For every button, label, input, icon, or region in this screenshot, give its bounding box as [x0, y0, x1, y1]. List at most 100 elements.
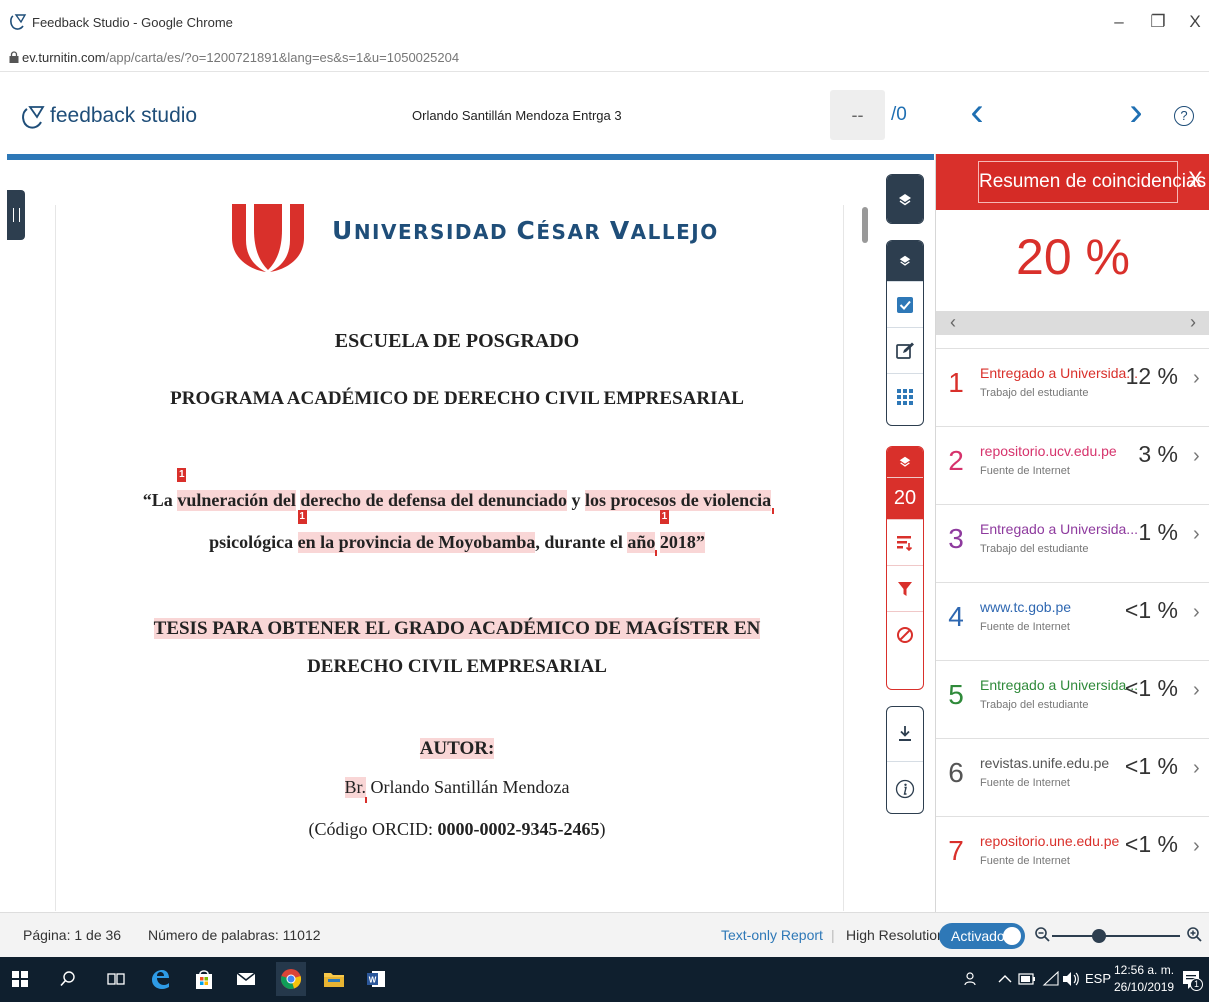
source-item-7[interactable]: 7 repositorio.une.edu.pe Fuente de Interne…	[936, 816, 1209, 894]
download-button[interactable]	[887, 707, 923, 761]
match-marker-badge[interactable]: 1	[297, 510, 307, 524]
source-item-5[interactable]: 5 Entregado a Universida... Trabajo del es…	[936, 660, 1209, 738]
page-number-input[interactable]: --	[830, 90, 885, 140]
feedback-summary-button[interactable]	[887, 327, 923, 373]
match-highlight[interactable]: año	[627, 532, 658, 556]
match-highlight[interactable]: los procesos de violencia	[585, 490, 775, 514]
match-marker-badge[interactable]: 1	[177, 468, 187, 482]
author-name-line: Br. Orlando Santillán Mendoza	[47, 777, 867, 803]
rubric-check-button[interactable]	[887, 281, 923, 327]
univ-word-3: ALLEJO	[630, 220, 719, 244]
highlight-text[interactable]: TESIS PARA OBTENER EL GRADO ACADÉMICO DE…	[153, 618, 761, 639]
orcid-close: )	[599, 819, 606, 839]
notifications-icon[interactable]: 1	[1181, 969, 1203, 991]
match-highlight[interactable]: 1 2018”	[659, 510, 705, 553]
similarity-layer-button[interactable]	[887, 447, 923, 477]
file-explorer-icon[interactable]	[322, 967, 346, 991]
source-name[interactable]: Entregado a Universida...	[980, 677, 1138, 693]
layers-button[interactable]	[887, 175, 923, 223]
match-highlight[interactable]: 1 vulneración del	[177, 468, 296, 511]
volume-icon[interactable]	[1062, 971, 1080, 987]
address-bar[interactable]: ev.turnitin.com/app/carta/es/?o=12007218…	[0, 44, 1209, 72]
source-item-1[interactable]: 1 Entregado a Universida... Trabajo del es…	[936, 348, 1209, 426]
highlight-text: 2018”	[659, 532, 705, 552]
source-item-6[interactable]: 6 revistas.unife.edu.pe Fuente de Internet…	[936, 738, 1209, 816]
url-text[interactable]: ev.turnitin.com/app/carta/es/?o=12007218…	[22, 50, 459, 65]
source-percentage: 3 %	[1138, 441, 1178, 467]
tray-expand-icon[interactable]	[998, 973, 1012, 985]
match-highlight[interactable]: 1 en la provincia de Moyobamba	[297, 510, 536, 553]
highlight-text[interactable]: AUTOR:	[419, 738, 495, 759]
status-separator: |	[831, 927, 835, 943]
source-name[interactable]: www.tc.gob.pe	[980, 599, 1071, 615]
panel-prev-button[interactable]: ‹	[950, 312, 956, 333]
search-icon[interactable]	[56, 967, 80, 991]
grading-layer-button[interactable]	[887, 241, 923, 281]
zoom-in-icon[interactable]	[1186, 926, 1204, 944]
university-name: UNIVERSIDAD CÉSAR VALLEJO	[332, 216, 719, 245]
title-text: , durante el	[535, 532, 628, 552]
univ-word-1: NIVERSIDAD	[353, 220, 517, 244]
window-title: Feedback Studio - Google Chrome	[32, 15, 233, 30]
chrome-icon[interactable]	[276, 962, 306, 996]
all-sources-button[interactable]	[887, 519, 923, 565]
source-item-2[interactable]: 2 repositorio.ucv.edu.pe Fuente de Interne…	[936, 426, 1209, 504]
chevron-right-icon[interactable]: ›	[1193, 679, 1200, 702]
layers-toolbar-group	[886, 174, 924, 224]
match-marker-badge[interactable]: 1	[659, 510, 669, 524]
high-resolution-toggle[interactable]: Activado	[939, 923, 1025, 949]
similarity-score-button[interactable]: 20	[887, 477, 923, 519]
chevron-right-icon[interactable]: ›	[1193, 445, 1200, 468]
text-only-report-link[interactable]: Text-only Report	[721, 927, 823, 943]
input-language[interactable]: ESP	[1085, 971, 1111, 986]
match-end-tick	[655, 550, 658, 556]
close-panel-button[interactable]: X	[1188, 167, 1203, 193]
source-name[interactable]: repositorio.une.edu.pe	[980, 833, 1119, 849]
source-name[interactable]: Entregado a Universida...	[980, 365, 1138, 381]
title-text: “La	[142, 490, 178, 510]
chevron-right-icon[interactable]: ›	[1193, 523, 1200, 546]
word-icon[interactable]: W	[364, 967, 388, 991]
source-name[interactable]: repositorio.ucv.edu.pe	[980, 443, 1117, 459]
battery-icon[interactable]	[1018, 972, 1036, 986]
source-name[interactable]: revistas.unife.edu.pe	[980, 755, 1109, 771]
windows-start-icon[interactable]	[8, 967, 32, 991]
close-window-button[interactable]: X	[1175, 8, 1209, 36]
highlight-text: en la provincia de Moyobamba	[297, 532, 536, 552]
store-icon[interactable]	[192, 967, 216, 991]
source-item-4[interactable]: 4 www.tc.gob.pe Fuente de Internet <1 % ›	[936, 582, 1209, 660]
filter-button[interactable]	[887, 565, 923, 611]
clock[interactable]: 12:56 a. m. 26/10/2019	[1114, 962, 1174, 996]
submission-info-button[interactable]	[887, 761, 923, 813]
toggle-knob	[1003, 927, 1021, 945]
zoom-out-icon[interactable]	[1034, 926, 1052, 944]
next-paper-button[interactable]: ›	[1121, 90, 1151, 140]
maximize-button[interactable]: ❐	[1138, 8, 1178, 36]
match-highlight[interactable]: derecho de defensa del denunciado	[300, 490, 568, 511]
chevron-right-icon[interactable]: ›	[1193, 757, 1200, 780]
previous-paper-button[interactable]: ‹	[962, 90, 992, 140]
chevron-right-icon[interactable]: ›	[1193, 835, 1200, 858]
match-highlight[interactable]: Br.	[344, 777, 368, 803]
wifi-icon[interactable]	[1042, 971, 1060, 987]
zoom-slider-handle[interactable]	[1092, 929, 1106, 943]
task-view-icon[interactable]	[104, 967, 128, 991]
zoom-slider-track[interactable]	[1052, 935, 1180, 937]
people-icon[interactable]	[964, 971, 980, 987]
panel-next-button[interactable]: ›	[1190, 312, 1196, 333]
minimize-button[interactable]: –	[1099, 8, 1139, 36]
mail-icon[interactable]	[234, 967, 258, 991]
layers-icon	[899, 456, 911, 467]
brand-name: feedback studio	[50, 104, 198, 127]
chevron-right-icon[interactable]: ›	[1193, 601, 1200, 624]
rubric-grid-button[interactable]	[887, 373, 923, 419]
source-item-3[interactable]: 3 Entregado a Universida... Trabajo del es…	[936, 504, 1209, 582]
source-type: Trabajo del estudiante	[980, 387, 1089, 399]
chevron-right-icon[interactable]: ›	[1193, 367, 1200, 390]
edge-browser-icon[interactable]	[148, 967, 172, 991]
exclusions-button[interactable]	[887, 611, 923, 657]
left-panel-toggle-handle[interactable]	[7, 190, 25, 240]
document-scrollbar[interactable]	[862, 207, 868, 243]
source-name[interactable]: Entregado a Universida...	[980, 521, 1138, 537]
help-icon[interactable]: ?	[1174, 106, 1194, 126]
